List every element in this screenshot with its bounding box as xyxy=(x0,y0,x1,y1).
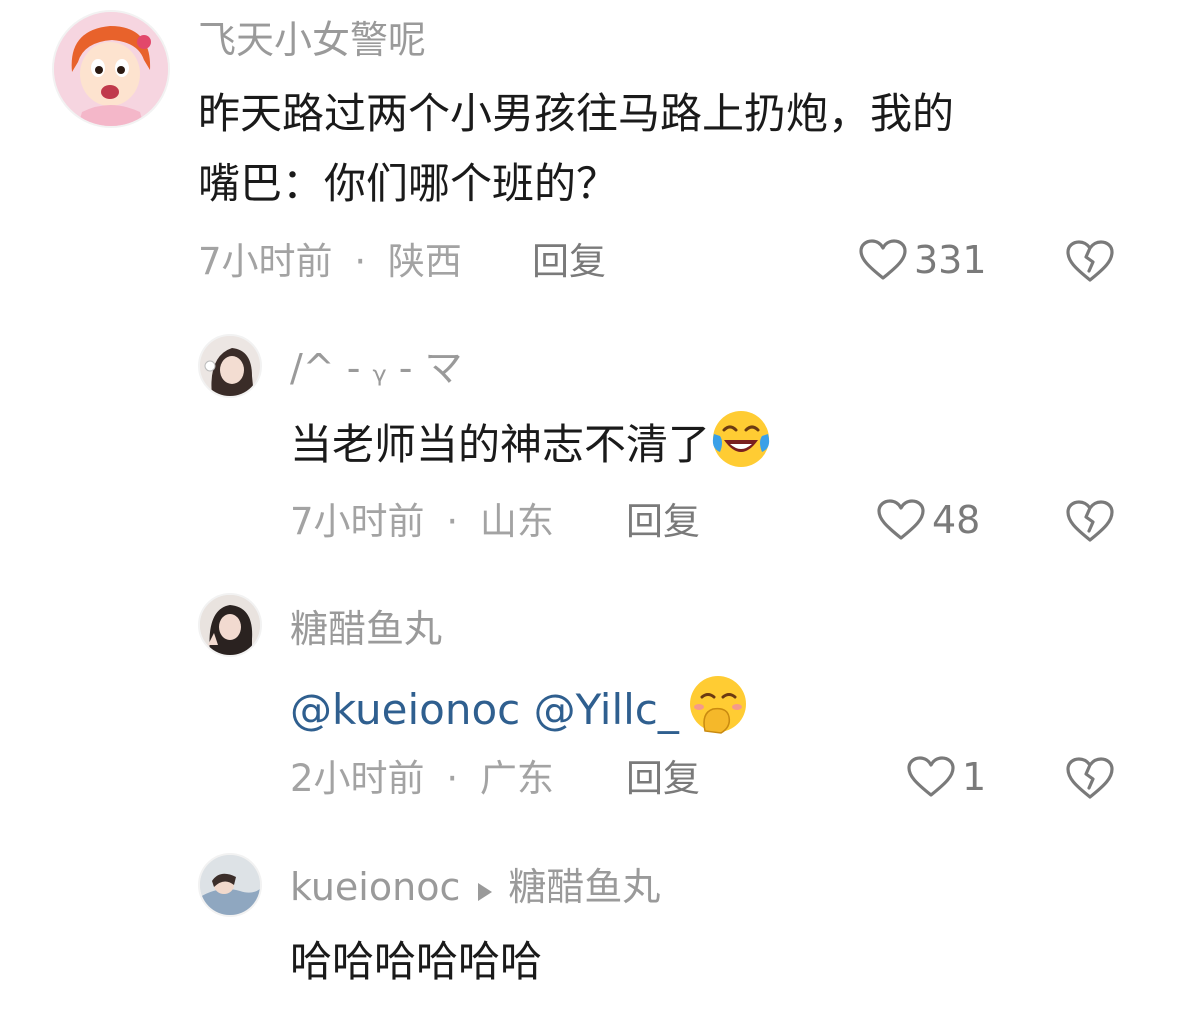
comment-text: 嘴巴：你们哪个班的？ xyxy=(198,159,619,208)
reply-item: 糖醋鱼丸 @kueionoc @Yillc_ 2小时前 · 广东 回复 1 xyxy=(0,585,1179,825)
comment-location: 陕西 xyxy=(387,240,462,283)
comment-time: 7小时前 xyxy=(198,240,333,283)
comment-item: 飞天小女警呢 昨天路过两个小男孩往马路上扔炮，我的 嘴巴：你们哪个班的？ 7小时… xyxy=(0,0,1179,300)
like-count: 1 xyxy=(962,755,987,799)
avatar[interactable] xyxy=(198,853,262,917)
avatar-photo-icon xyxy=(200,855,260,915)
reply-item: kueionoc 糖醋鱼丸 哈哈哈哈哈哈 xyxy=(0,845,1179,1009)
reply-button[interactable]: 回复 xyxy=(626,500,700,544)
comment-meta: 7小时前 · 陕西 xyxy=(198,240,462,284)
comment-meta: 2小时前 · 广东 xyxy=(290,757,554,801)
comment-username[interactable]: /^ - ᵧ - マ xyxy=(290,346,463,390)
like-button[interactable]: 1 xyxy=(906,755,986,799)
hand-over-mouth-emoji-icon xyxy=(687,673,749,752)
avatar[interactable] xyxy=(198,593,262,657)
comment-text-body: 当老师当的神志不清了 xyxy=(290,420,711,469)
heart-icon xyxy=(877,499,925,540)
heart-icon xyxy=(907,756,955,797)
comment-text: 当老师当的神志不清了 xyxy=(290,408,772,487)
heart-icon xyxy=(859,239,907,280)
laughing-crying-emoji-icon xyxy=(710,408,772,487)
avatar-cartoon-girl-icon xyxy=(54,12,168,126)
broken-heart-icon xyxy=(1066,240,1114,282)
comment-thread: 飞天小女警呢 昨天路过两个小男孩往马路上扔炮，我的 嘴巴：你们哪个班的？ 7小时… xyxy=(0,0,1179,1009)
comment-location: 广东 xyxy=(479,757,554,800)
comment-text: @kueionoc @Yillc_ xyxy=(290,673,749,752)
meta-separator: · xyxy=(446,757,459,800)
avatar[interactable] xyxy=(198,334,262,398)
comment-text: 昨天路过两个小男孩往马路上扔炮，我的 xyxy=(198,89,955,138)
comment-username[interactable]: 飞天小女警呢 xyxy=(198,18,426,62)
meta-separator: · xyxy=(354,240,367,283)
comment-text: 哈哈哈哈哈哈 xyxy=(290,937,543,986)
reply-to-username[interactable]: 糖醋鱼丸 xyxy=(508,865,660,909)
dislike-button[interactable] xyxy=(1064,755,1116,805)
avatar[interactable] xyxy=(52,10,170,128)
reply-button[interactable]: 回复 xyxy=(532,240,606,284)
like-button[interactable]: 331 xyxy=(858,238,987,282)
dislike-button[interactable] xyxy=(1064,498,1116,548)
meta-separator: · xyxy=(446,500,459,543)
comment-username[interactable]: kueionoc xyxy=(290,865,460,909)
like-count: 331 xyxy=(914,238,987,282)
dislike-button[interactable] xyxy=(1064,238,1116,288)
broken-heart-icon xyxy=(1066,757,1114,799)
avatar-photo-icon xyxy=(200,595,260,655)
reply-to-arrow-icon xyxy=(476,868,494,912)
comment-time: 2小时前 xyxy=(290,757,425,800)
comment-meta: 7小时前 · 山东 xyxy=(290,500,554,544)
reply-item: /^ - ᵧ - マ 当老师当的神志不清了 7小时前 · 山东 回复 48 xyxy=(0,320,1179,570)
comment-time: 7小时前 xyxy=(290,500,425,543)
mention-link[interactable]: @kueionoc xyxy=(290,685,520,734)
mention-link[interactable]: @Yillc_ xyxy=(534,685,679,734)
reply-button[interactable]: 回复 xyxy=(626,757,700,801)
comment-username[interactable]: 糖醋鱼丸 xyxy=(290,607,442,651)
like-button[interactable]: 48 xyxy=(876,498,980,542)
comment-location: 山东 xyxy=(479,500,554,543)
like-count: 48 xyxy=(932,498,981,542)
broken-heart-icon xyxy=(1066,500,1114,542)
avatar-photo-icon xyxy=(200,336,260,396)
comment-username-line: kueionoc 糖醋鱼丸 xyxy=(290,865,660,912)
